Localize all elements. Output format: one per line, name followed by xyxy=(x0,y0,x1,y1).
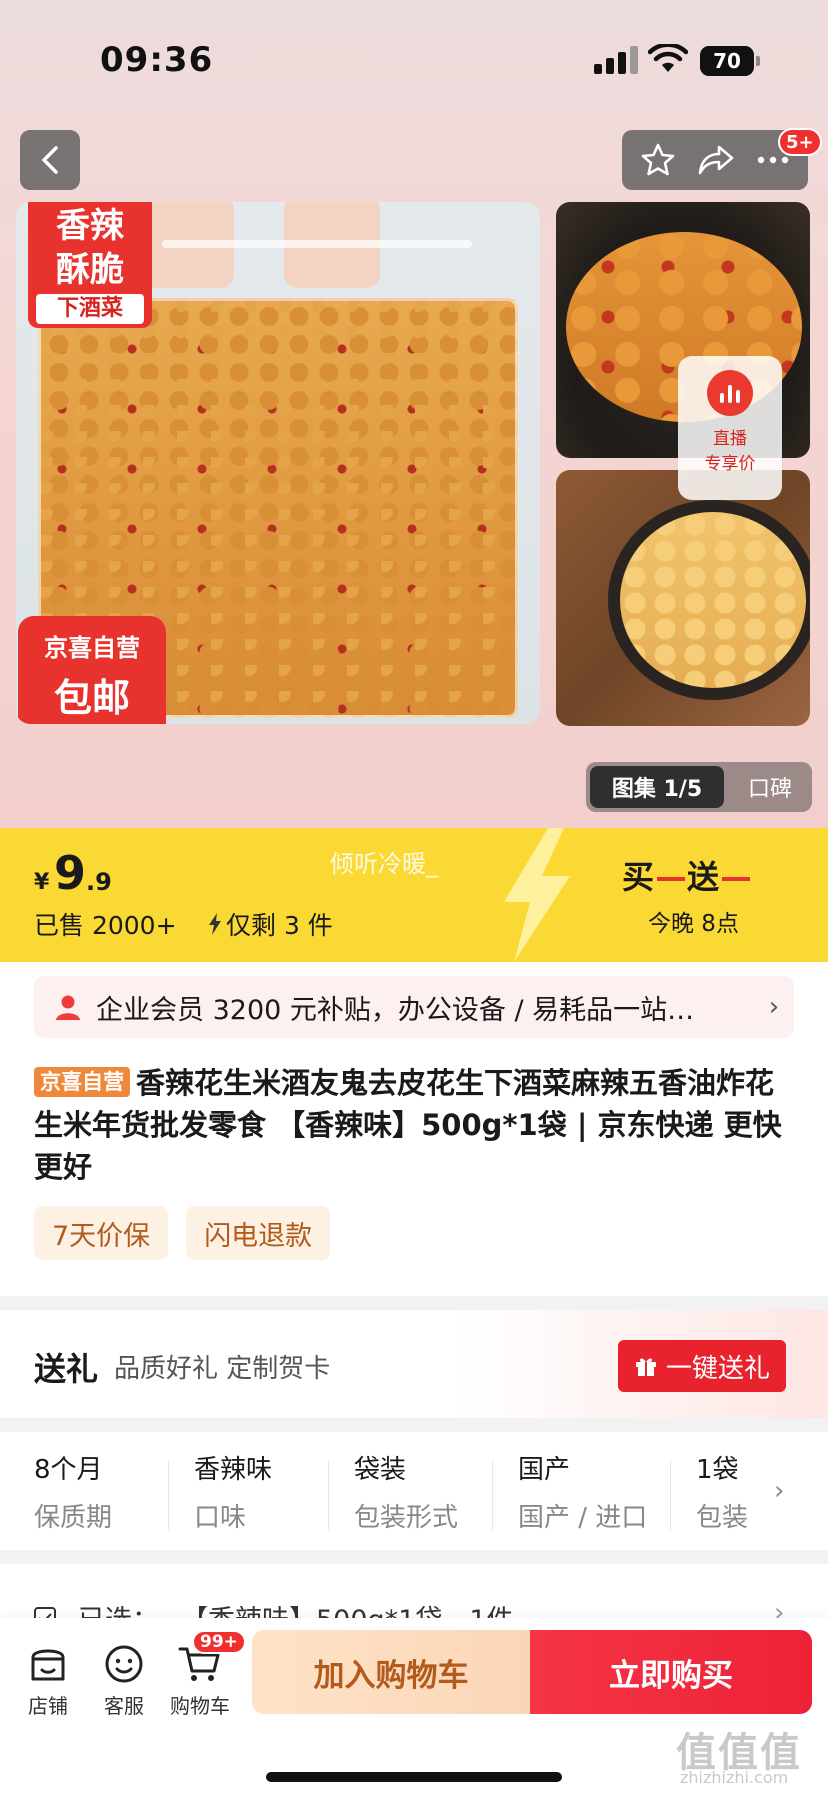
chevron-left-icon xyxy=(42,146,58,174)
home-indicator[interactable] xyxy=(266,1772,562,1782)
spec-pack-count: 1袋 包装 xyxy=(696,1452,756,1532)
tonight-time: 今晚 8点 xyxy=(648,911,739,937)
gift-icon xyxy=(635,1358,656,1376)
buy-now-button[interactable]: 立即购买 xyxy=(530,1630,812,1714)
spec-value: 8个月 xyxy=(34,1455,103,1485)
spec-key: 口味 xyxy=(194,1503,247,1533)
sold-count: 已售 2000+ xyxy=(34,911,177,940)
bag-handle xyxy=(162,240,472,248)
status-bar: 09:36 70 xyxy=(0,0,828,120)
spec-flavor: 香辣味 口味 xyxy=(194,1452,273,1533)
store-button[interactable]: 店铺 xyxy=(10,1638,86,1719)
tag-self-operated: 京喜自营 xyxy=(44,634,140,662)
store-label: 店铺 xyxy=(28,1694,68,1718)
tag-self-operated-free-shipping: 京喜自营 包邮 xyxy=(18,616,166,724)
gallery-tabs: 图集 1/5 口碑 xyxy=(586,762,812,812)
tag-free-shipping: 包邮 xyxy=(53,676,130,720)
store-icon xyxy=(31,1649,65,1681)
bogo-buy: 买 xyxy=(622,858,656,896)
service-chips: 7天价保 闪电退款 xyxy=(34,1206,331,1260)
live-icon xyxy=(707,370,753,416)
spec-key: 包装形式 xyxy=(354,1503,459,1533)
message-badge: 5+ xyxy=(778,128,822,156)
enterprise-promo-strip[interactable]: 企业会员 3200 元补贴，办公设备 / 易耗品一站… › xyxy=(34,976,794,1038)
user-icon xyxy=(56,995,80,1020)
cellular-signal-icon xyxy=(594,46,638,74)
spec-value: 国产 xyxy=(518,1455,571,1485)
main-product-image[interactable]: 香辣 酥脆 下酒菜 京喜自营 包邮 xyxy=(16,202,540,724)
product-hero: 09:36 70 5+ 香辣 酥脆 下酒菜 京喜自营 包邮 直播 专享价 图集 … xyxy=(0,0,828,828)
spec-shelf-life: 8个月 保质期 xyxy=(34,1452,112,1533)
tag-line-2: 酥脆 xyxy=(56,250,124,290)
spec-origin: 国产 国产 / 进口 xyxy=(518,1452,647,1533)
cart-label: 购物车 xyxy=(170,1694,230,1718)
live-chip-line-2: 专享价 xyxy=(704,454,756,474)
tag-spicy-crispy: 香辣 酥脆 下酒菜 xyxy=(28,202,152,328)
gift-title: 送礼 xyxy=(34,1350,99,1388)
live-price-chip[interactable]: 直播 专享价 xyxy=(678,356,782,500)
tag-line-1: 香辣 xyxy=(56,206,124,246)
spec-row[interactable]: 8个月 保质期 香辣味 口味 袋装 包装形式 国产 国产 / 进口 1袋 包装 … xyxy=(0,1432,828,1550)
status-time: 09:36 xyxy=(100,40,214,80)
spec-packaging: 袋装 包装形式 xyxy=(354,1452,458,1533)
currency-symbol: ¥ xyxy=(34,870,50,895)
spec-value: 香辣味 xyxy=(194,1455,273,1485)
back-button[interactable] xyxy=(20,130,80,190)
user-watermark: 倾听冷暖_ xyxy=(330,850,438,878)
remaining-stock: 仅剩 3 件 xyxy=(208,906,333,942)
price-banner: ¥ 9 .9 已售 2000+ 仅剩 3 件 倾听冷暖_ 买送 今晚 8点 xyxy=(0,828,828,962)
spec-key: 保质期 xyxy=(34,1503,113,1533)
service-label: 客服 xyxy=(104,1694,144,1718)
tag-line-3: 下酒菜 xyxy=(36,294,144,324)
self-operated-badge: 京喜自营 xyxy=(34,1067,130,1097)
bogo-give: 送 xyxy=(687,858,721,896)
live-chip-line-1: 直播 xyxy=(713,429,747,449)
promo-text: 企业会员 3200 元补贴，办公设备 / 易耗品一站… xyxy=(96,994,695,1026)
lightning-icon xyxy=(209,913,221,935)
product-info-card: 企业会员 3200 元补贴，办公设备 / 易耗品一站… › 京喜自营 香辣花生米酒… xyxy=(0,962,828,1296)
lightning-bolt-icon xyxy=(504,828,570,962)
bottom-action-bar: 店铺 客服 99+ 购物车 加入购物车 立即购买 值值值 zhizhizhi.c… xyxy=(0,1618,828,1796)
customer-service-button[interactable]: 客服 xyxy=(86,1638,162,1719)
chevron-right-icon: › xyxy=(768,992,780,1022)
product-title: 京喜自营 香辣花生米酒友鬼去皮花生下酒菜麻辣五香油炸花生米年货批发零食 【香辣味】… xyxy=(34,1062,794,1188)
send-gift-label: 一键送礼 xyxy=(665,1353,770,1384)
site-watermark-url: zhizhizhi.com xyxy=(680,1768,789,1787)
thumbnail-image-2[interactable] xyxy=(556,470,810,726)
spec-value: 袋装 xyxy=(354,1455,407,1485)
cart-count-badge: 99+ xyxy=(192,1630,246,1654)
spec-key: 包装 xyxy=(696,1503,749,1532)
chip-price-protection[interactable]: 7天价保 xyxy=(34,1206,169,1260)
battery-indicator: 70 xyxy=(700,46,760,76)
buy-one-get-one: 买送 xyxy=(622,852,752,898)
spec-value: 1袋 xyxy=(696,1455,739,1485)
send-gift-button[interactable]: 一键送礼 xyxy=(618,1340,786,1392)
gift-subtitle: 品质好礼 定制贺卡 xyxy=(114,1354,331,1384)
selected-variant-row[interactable]: 已选： 【香辣味】500g*1袋，1件 › xyxy=(0,1564,828,1624)
plain-peanuts xyxy=(620,512,806,688)
tab-reviews[interactable]: 口碑 xyxy=(730,762,810,812)
spec-key: 国产 / 进口 xyxy=(518,1503,648,1533)
price-decimal: .9 xyxy=(86,868,112,896)
product-title-text: 香辣花生米酒友鬼去皮花生下酒菜麻辣五香油炸花生米年货批发零食 【香辣味】500g… xyxy=(34,1066,782,1184)
wifi-icon xyxy=(648,44,688,72)
price-integer: 9 xyxy=(54,846,87,900)
add-to-cart-button[interactable]: 加入购物车 xyxy=(252,1630,530,1714)
chevron-right-icon: › xyxy=(774,1476,785,1506)
more-icon[interactable] xyxy=(756,155,790,165)
tab-gallery[interactable]: 图集 1/5 xyxy=(590,766,724,808)
chat-icon xyxy=(105,1645,143,1683)
gift-row: 送礼 品质好礼 定制贺卡 一键送礼 xyxy=(0,1310,828,1418)
cart-button[interactable]: 99+ 购物车 xyxy=(162,1630,246,1719)
star-icon[interactable] xyxy=(640,142,676,178)
chip-fast-refund[interactable]: 闪电退款 xyxy=(186,1206,331,1260)
remaining-text: 仅剩 3 件 xyxy=(226,911,333,940)
share-icon[interactable] xyxy=(697,143,735,177)
